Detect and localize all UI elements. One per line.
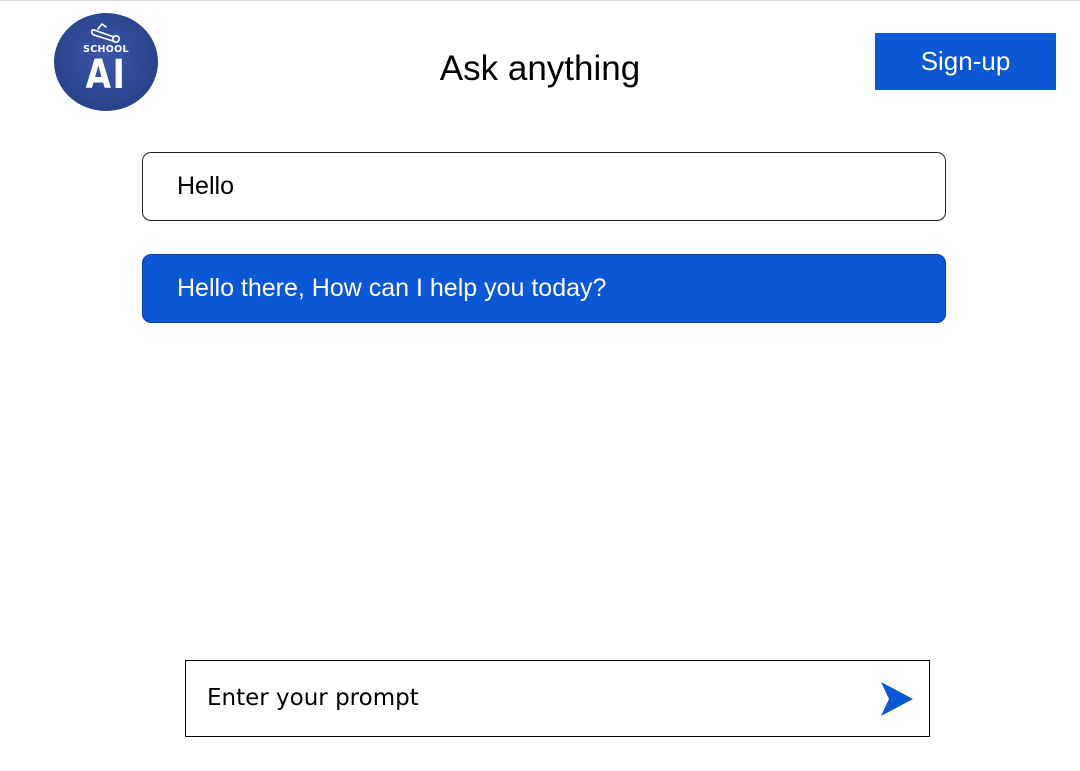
prompt-input[interactable] (207, 675, 847, 721)
assistant-message-bubble: Hello there, How can I help you today? (142, 254, 946, 323)
school-ai-logo[interactable]: SCHOOL AI · · · · · (54, 13, 158, 111)
sign-up-button[interactable]: Sign-up (875, 33, 1056, 90)
page-title: Ask anything (439, 49, 641, 88)
user-message-bubble: Hello (142, 152, 946, 221)
send-button[interactable] (878, 679, 916, 719)
logo-word-ai: AI (85, 52, 127, 98)
top-divider (0, 0, 1080, 1)
logo-tagline: · · · · · (99, 98, 113, 102)
prompt-composer (185, 660, 930, 737)
send-arrow-icon (881, 682, 913, 716)
